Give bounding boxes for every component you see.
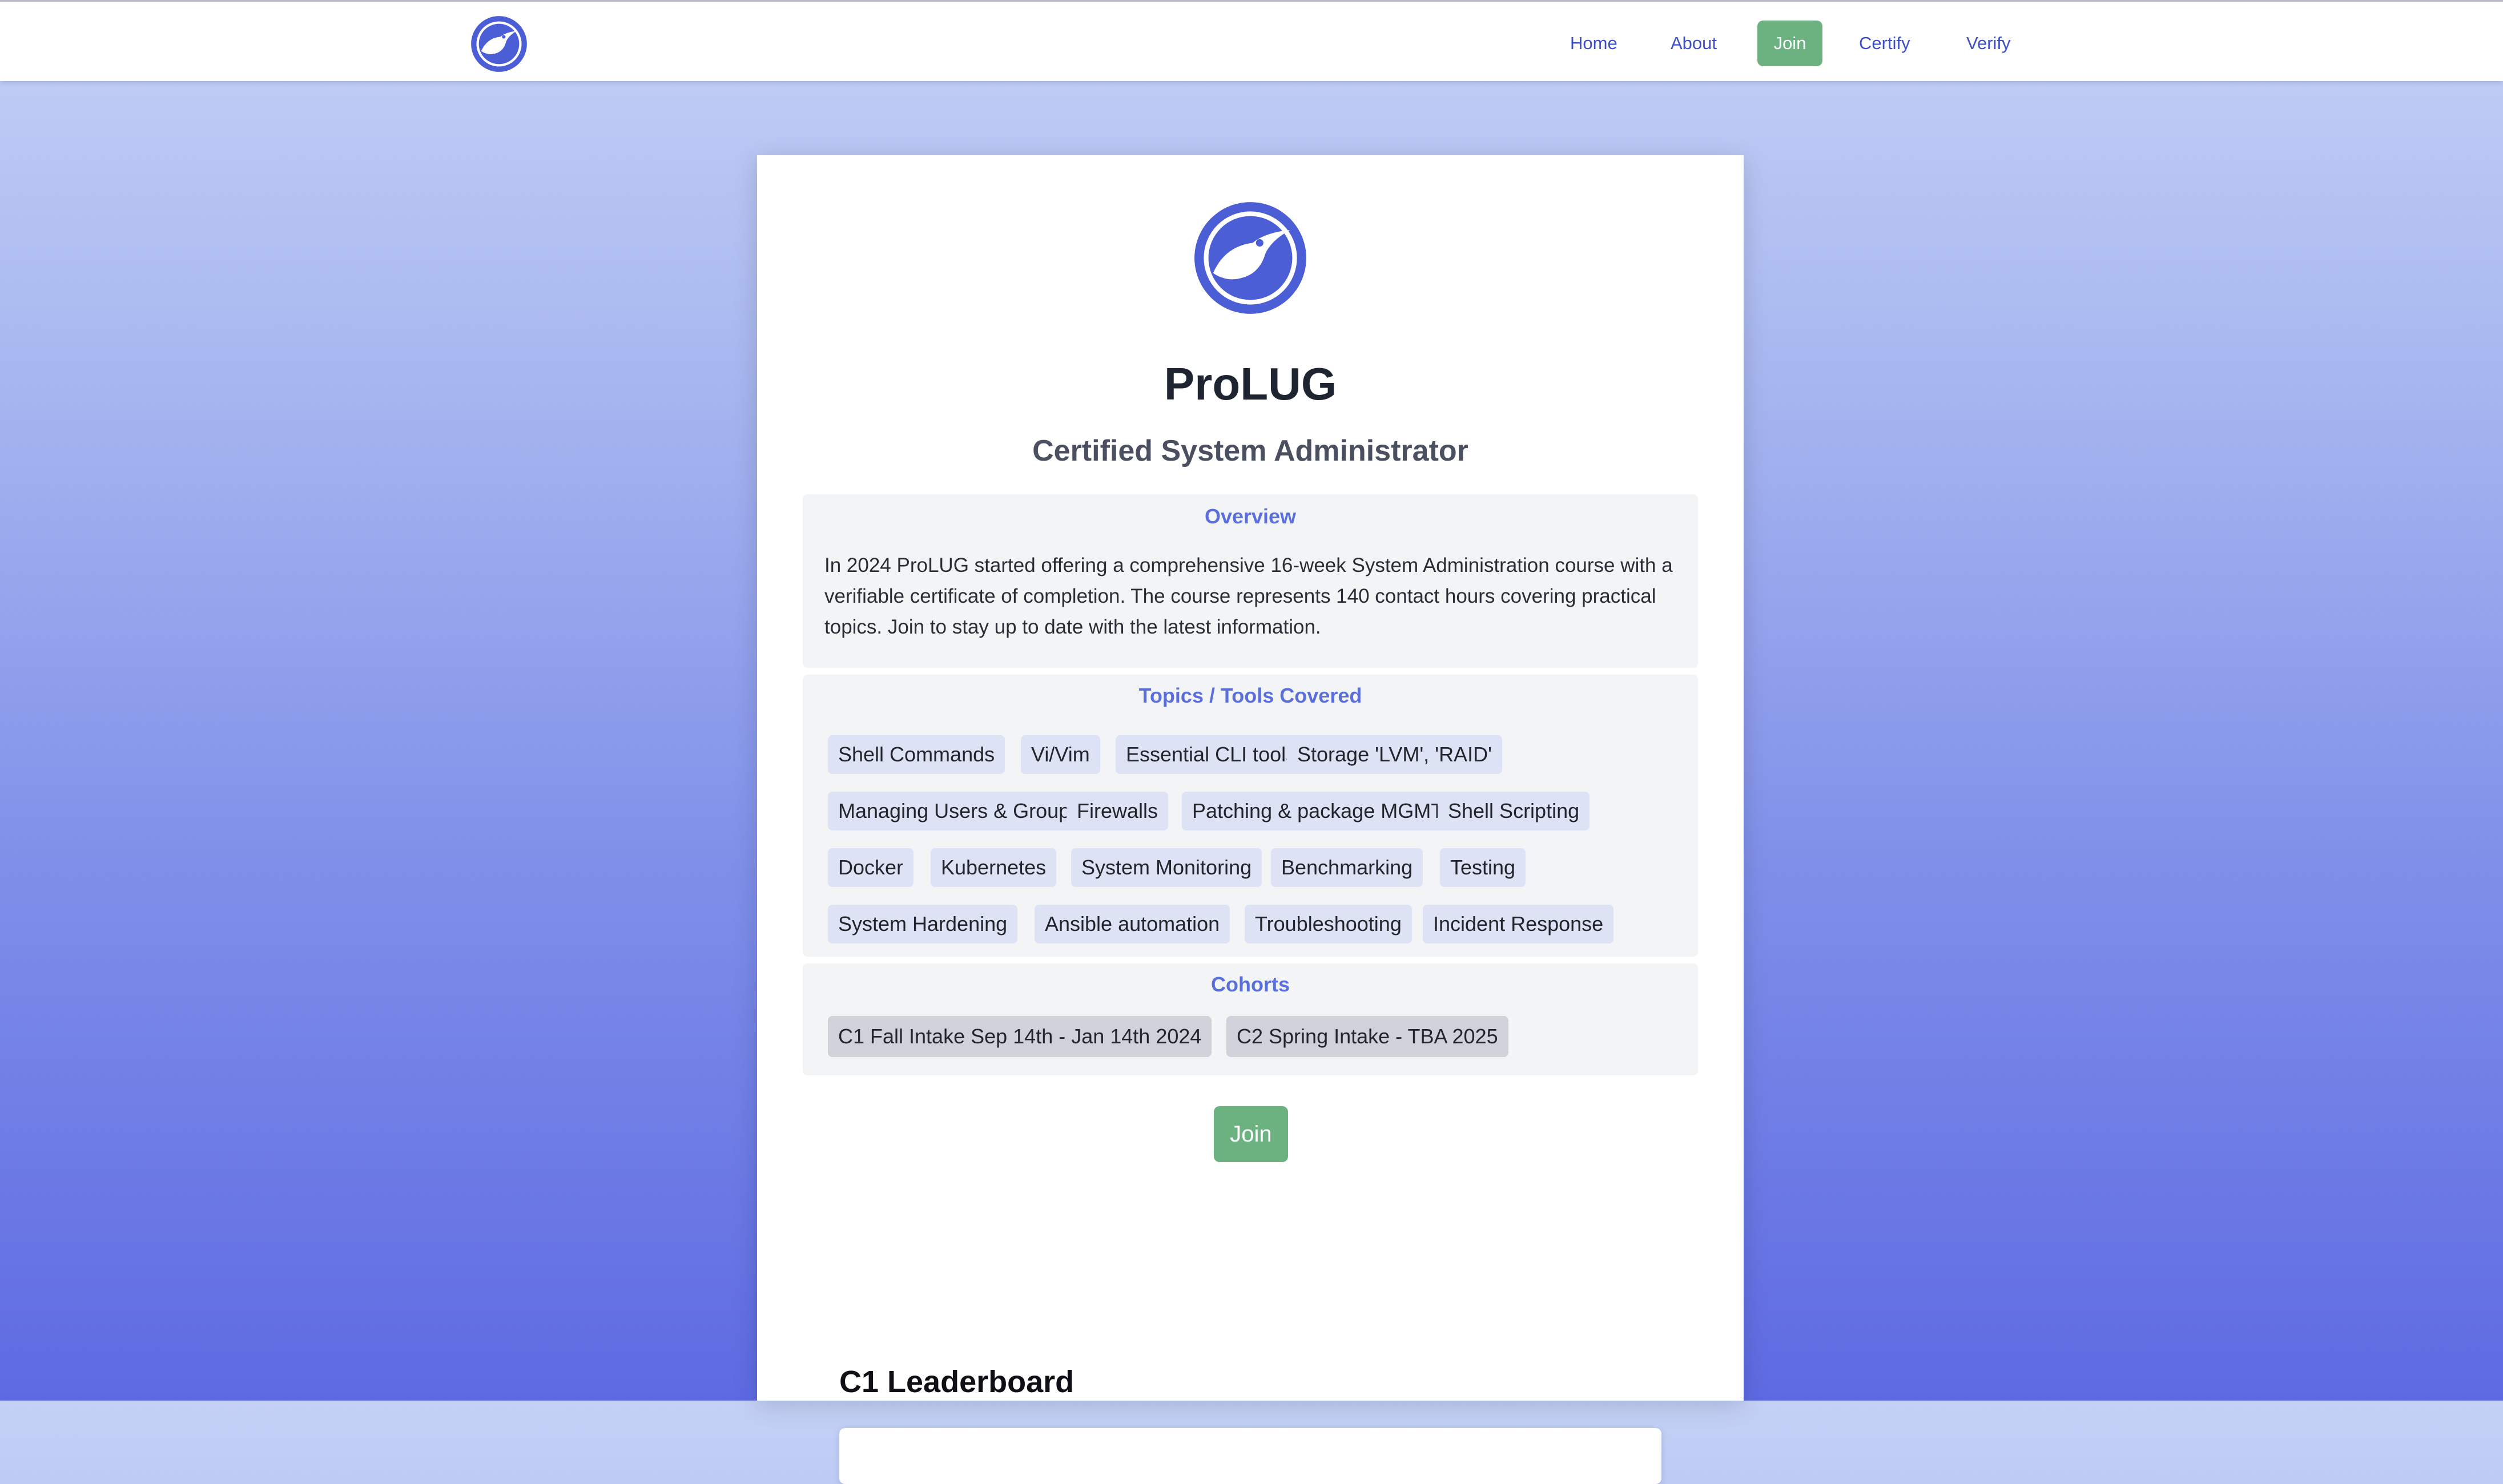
topic-tag: Storage 'LVM', 'RAID' xyxy=(1287,735,1502,774)
topic-tag: Vi/Vim xyxy=(1021,735,1100,774)
nav-link-about[interactable]: About xyxy=(1671,34,1717,53)
topic-tag: Shell Scripting xyxy=(1438,792,1590,830)
topic-tag: Docker xyxy=(828,848,914,887)
topic-tag: Essential CLI tools xyxy=(1116,735,1307,774)
topic-tag: Kubernetes xyxy=(931,848,1057,887)
topic-tag: Firewalls xyxy=(1067,792,1169,830)
top-navbar: Home About Join Certify Verify xyxy=(0,0,2503,81)
nav-link-certify[interactable]: Certify xyxy=(1859,34,1910,53)
topic-tag: Patching & package MGMT xyxy=(1182,792,1454,830)
topic-tag: Incident Response xyxy=(1423,905,1614,943)
topic-tag: System Monitoring xyxy=(1071,848,1262,887)
leaderboard-title: C1 Leaderboard xyxy=(839,1365,1075,1399)
prolug-bird-logo-icon[interactable] xyxy=(469,14,529,74)
overview-text: In 2024 ProLUG started offering a compre… xyxy=(824,554,1673,638)
nav-link-verify[interactable]: Verify xyxy=(1966,34,2011,53)
topic-tag: Shell Commands xyxy=(828,735,1005,774)
cohort-item: C2 Spring Intake - TBA 2025 xyxy=(1226,1016,1508,1057)
topic-tag: System Hardening xyxy=(828,905,1018,943)
topics-panel: Topics / Tools Covered Shell Commands Vi… xyxy=(803,675,1698,957)
cohorts-panel: Cohorts C1 Fall Intake Sep 14th - Jan 14… xyxy=(803,963,1698,1075)
join-button[interactable]: Join xyxy=(1214,1106,1288,1162)
page-title: ProLUG xyxy=(1164,358,1337,409)
overview-panel: Overview In 2024 ProLUG started offering… xyxy=(803,494,1698,668)
main-card: ProLUG Certified System Administrator Ov… xyxy=(757,155,1744,1484)
leaderboard-table xyxy=(839,1428,1661,1484)
page-subtitle: Certified System Administrator xyxy=(1032,434,1468,467)
cohorts-heading: Cohorts xyxy=(1211,973,1290,996)
topic-tag: Benchmarking xyxy=(1271,848,1423,887)
cohort-item: C1 Fall Intake Sep 14th - Jan 14th 2024 xyxy=(828,1016,1212,1057)
topic-tag: Troubleshooting xyxy=(1245,905,1412,943)
nav-join-button[interactable]: Join xyxy=(1757,21,1822,66)
nav-link-home[interactable]: Home xyxy=(1570,34,1617,53)
topics-heading: Topics / Tools Covered xyxy=(1138,684,1362,707)
topic-tag: Managing Users & Groups xyxy=(828,792,1091,830)
topic-tag: Ansible automation xyxy=(1035,905,1230,943)
overview-heading: Overview xyxy=(1204,505,1297,528)
prolug-bird-logo-icon xyxy=(1194,202,1306,314)
topic-tag: Testing xyxy=(1440,848,1526,887)
